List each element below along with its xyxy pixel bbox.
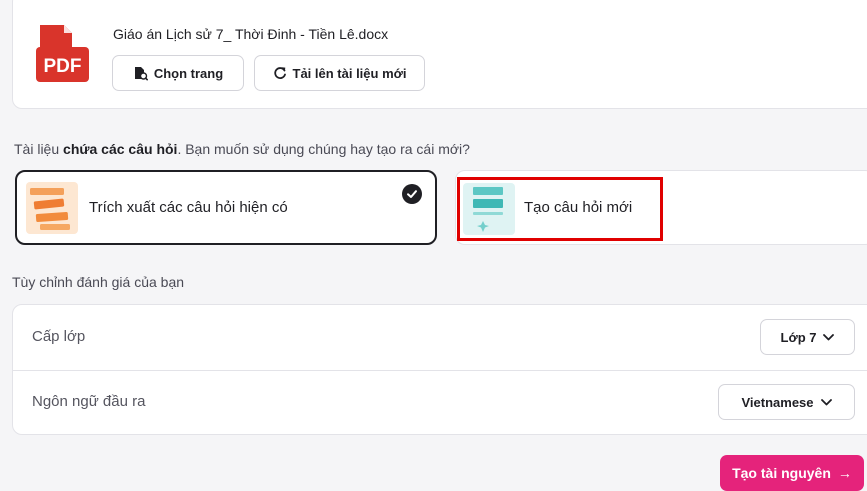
- settings-divider: [13, 370, 867, 371]
- pdf-file-icon: PDF: [36, 25, 89, 82]
- extract-questions-illustration: [26, 182, 78, 234]
- create-resource-label: Tạo tài nguyên: [732, 465, 831, 481]
- output-language-label: Ngôn ngữ đầu ra: [32, 393, 146, 410]
- option-extract-label: Trích xuất các câu hỏi hiện có: [89, 199, 288, 216]
- option-create-label: Tạo câu hỏi mới: [524, 199, 633, 216]
- prompt-suffix: . Bạn muốn sử dụng chúng hay tạo ra cái …: [177, 141, 470, 157]
- option-extract-existing-questions[interactable]: Trích xuất các câu hỏi hiện có: [15, 170, 437, 245]
- option-create-new-questions[interactable]: Tạo câu hỏi mới: [455, 170, 867, 245]
- select-pages-button[interactable]: Chọn trang: [112, 55, 244, 91]
- upload-new-document-label: Tải lên tài liệu mới: [292, 65, 407, 81]
- chevron-down-icon: [823, 333, 835, 340]
- create-questions-illustration: [463, 183, 515, 235]
- question-source-prompt: Tài liệu chứa các câu hỏi. Bạn muốn sử d…: [14, 141, 470, 157]
- pdf-badge-text: PDF: [44, 56, 82, 77]
- refresh-icon: [273, 67, 286, 79]
- grade-label: Cấp lớp: [32, 328, 86, 345]
- settings-card: Cấp lớp Lớp 7 Ngôn ngữ đầu ra Vietnamese: [12, 304, 867, 435]
- file-search-icon: [134, 66, 148, 80]
- chevron-down-icon: [820, 398, 832, 405]
- grade-select[interactable]: Lớp 7: [760, 319, 855, 355]
- grade-select-value: Lớp 7: [780, 329, 817, 345]
- file-name: Giáo án Lịch sử 7_ Thời Đinh - Tiền Lê.d…: [113, 26, 389, 42]
- select-pages-label: Chọn trang: [153, 65, 224, 81]
- create-resource-button[interactable]: Tạo tài nguyên →: [720, 455, 864, 491]
- upload-new-document-button[interactable]: Tải lên tài liệu mới: [254, 55, 425, 91]
- selected-check-icon: [402, 184, 422, 204]
- customize-heading: Tùy chỉnh đánh giá của bạn: [12, 274, 185, 290]
- prompt-prefix: Tài liệu: [14, 141, 64, 157]
- output-language-select[interactable]: Vietnamese: [718, 384, 855, 420]
- arrow-right-icon: →: [837, 465, 852, 481]
- prompt-emphasis: chứa các câu hỏi: [63, 141, 178, 157]
- output-language-select-value: Vietnamese: [741, 394, 814, 410]
